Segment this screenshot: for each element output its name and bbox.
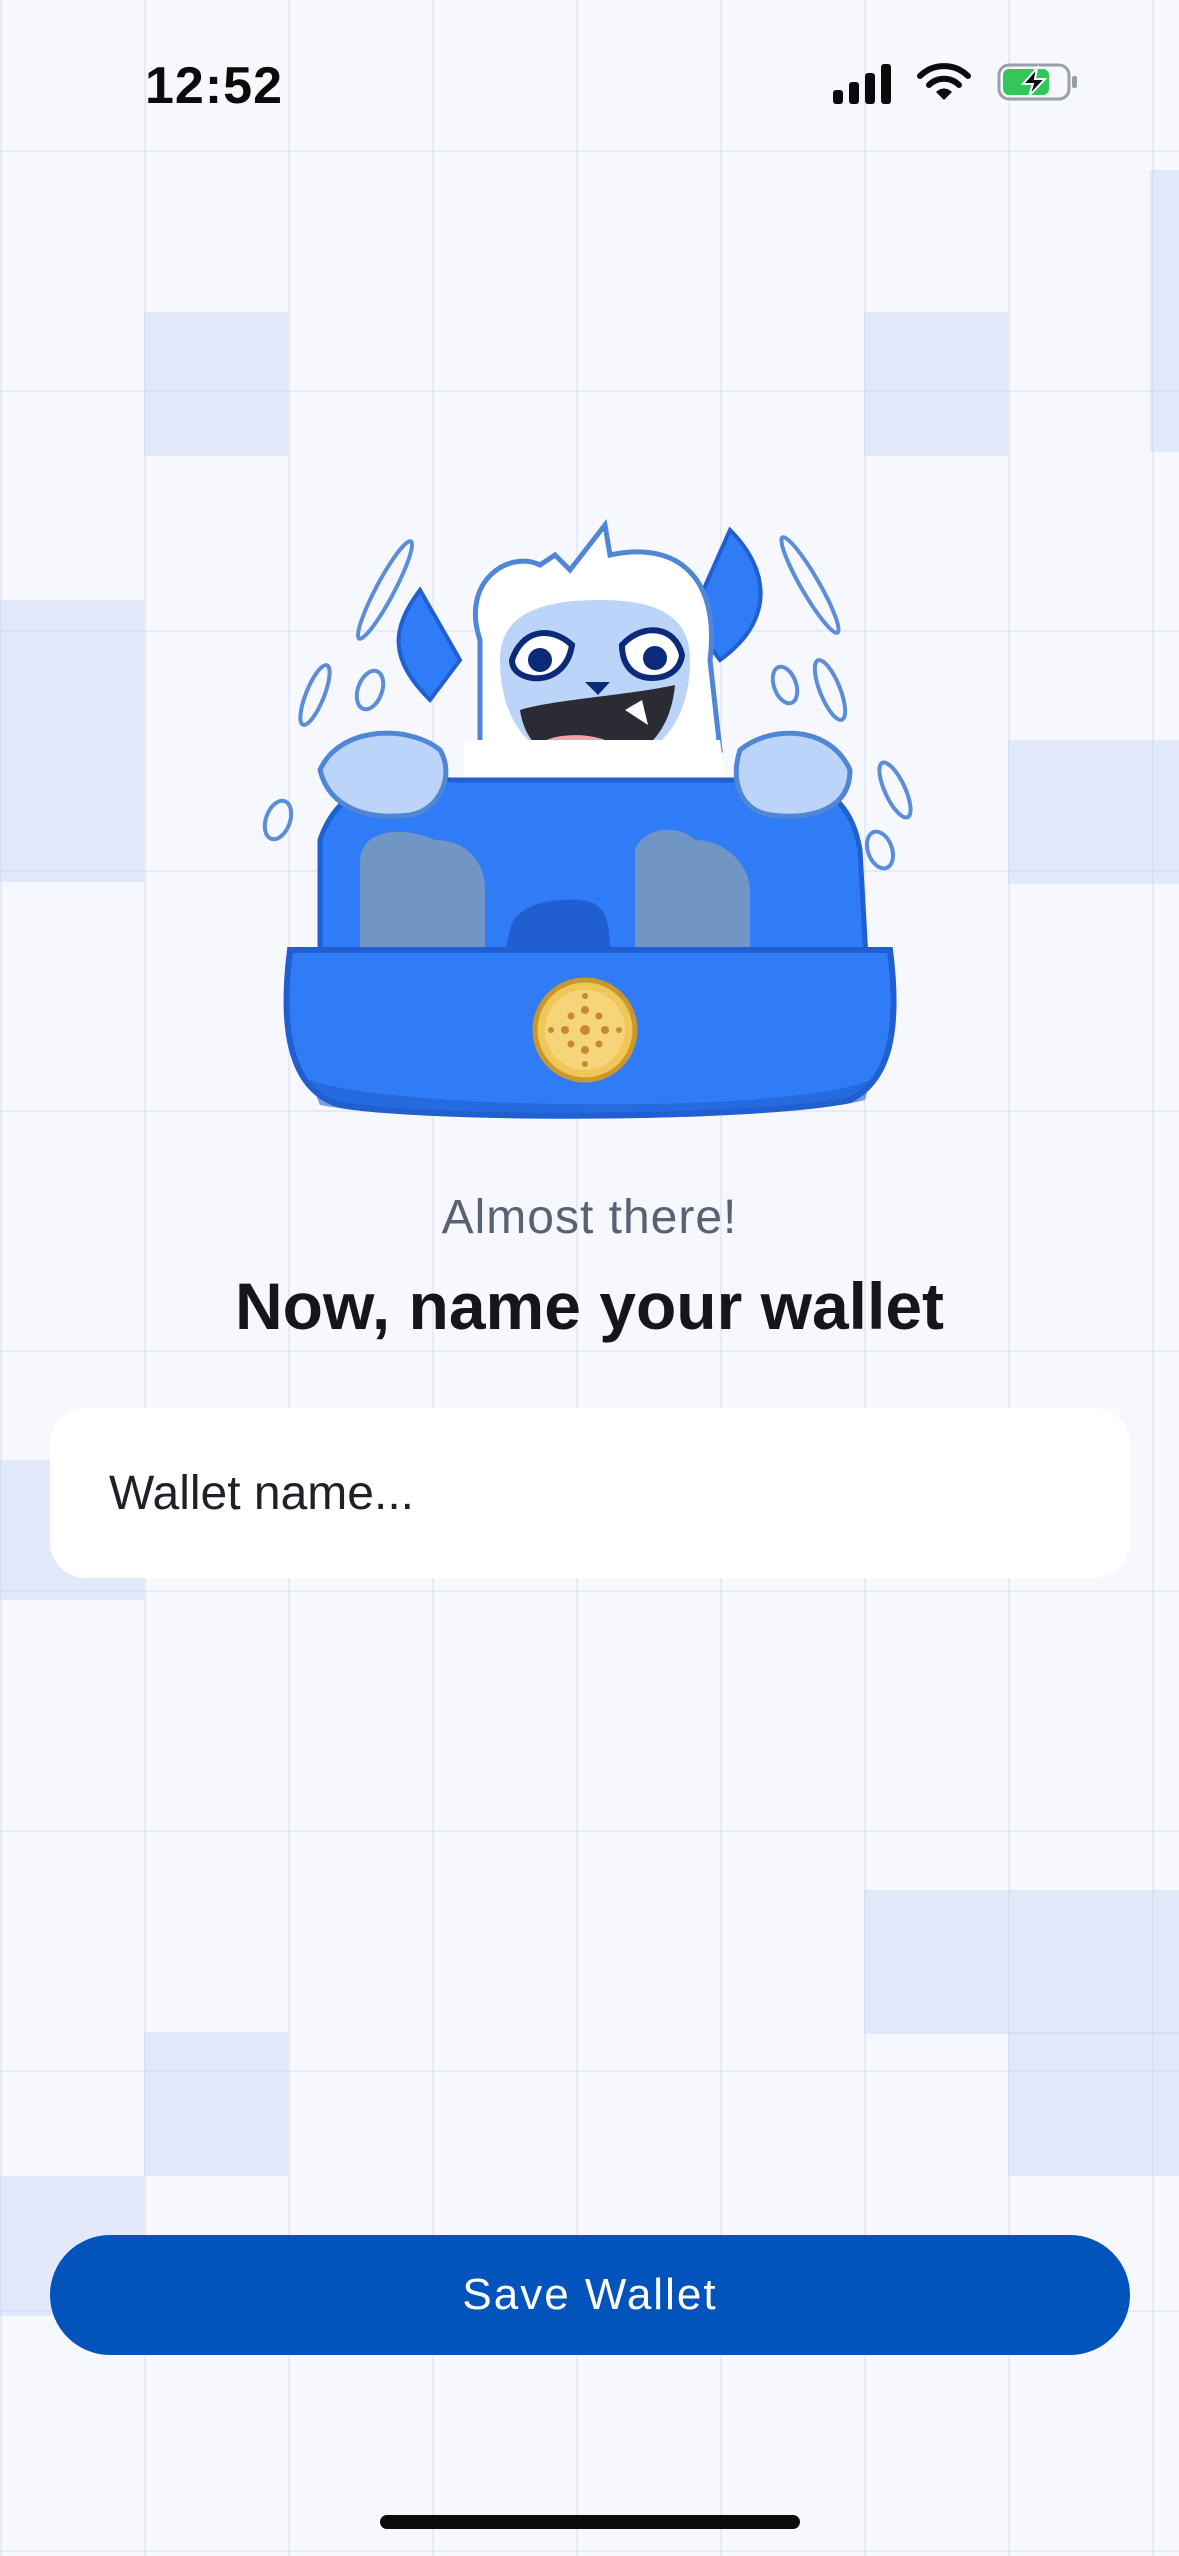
background-tile: [1150, 170, 1179, 452]
status-time: 12:52: [145, 57, 283, 115]
wallet-name-input[interactable]: [50, 1408, 1130, 1578]
background-tile: [1008, 740, 1179, 884]
background-tile: [864, 312, 1008, 456]
wifi-icon: [917, 62, 971, 102]
battery-charging-icon: [997, 62, 1079, 102]
background-tile: [0, 600, 144, 882]
save-wallet-button[interactable]: Save Wallet: [50, 2235, 1130, 2355]
cellular-signal-icon: [833, 60, 891, 104]
status-bar: 12:52: [0, 0, 1179, 170]
onboarding-subtitle: Almost there!: [441, 1191, 738, 1244]
status-icons: [833, 60, 1079, 104]
home-indicator[interactable]: [380, 2515, 800, 2529]
background-tile: [144, 312, 288, 456]
background-tile: [144, 2032, 288, 2176]
yeti-mascot-illustration: [250, 510, 930, 1150]
background-tile: [1008, 2032, 1179, 2176]
page-title: Now, name your wallet: [234, 1269, 945, 1343]
background-tile: [864, 1890, 1179, 2034]
